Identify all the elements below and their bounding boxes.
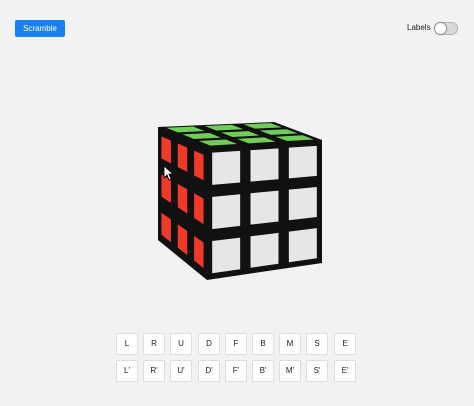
move-button-l-prime[interactable]: L' — [116, 360, 138, 382]
move-button-d[interactable]: D — [198, 333, 220, 355]
move-button-l[interactable]: L — [116, 333, 138, 355]
move-button-e[interactable]: E — [334, 333, 356, 355]
front-sticker — [212, 150, 241, 185]
move-button-b[interactable]: B — [252, 333, 274, 355]
move-button-u-prime[interactable]: U' — [170, 360, 192, 382]
move-button-u[interactable]: U — [170, 333, 192, 355]
move-button-d-prime[interactable]: D' — [198, 360, 220, 382]
move-button-m[interactable]: M — [279, 333, 301, 355]
front-sticker — [288, 228, 317, 263]
move-button-f[interactable]: F — [225, 333, 247, 355]
left-sticker — [194, 150, 204, 181]
move-button-m-prime[interactable]: M' — [279, 360, 301, 382]
move-button-r-prime[interactable]: R' — [143, 360, 165, 382]
front-sticker — [250, 148, 279, 182]
move-button-f-prime[interactable]: F' — [225, 360, 247, 382]
move-button-r[interactable]: R — [143, 333, 165, 355]
move-button-e-prime[interactable]: E' — [334, 360, 356, 382]
left-sticker — [177, 143, 188, 172]
front-sticker — [288, 145, 317, 179]
cube-front-face — [212, 145, 317, 274]
move-button-s-prime[interactable]: S' — [306, 360, 328, 382]
front-sticker — [212, 194, 241, 230]
front-sticker — [288, 187, 317, 221]
front-sticker — [250, 232, 279, 268]
front-sticker — [212, 237, 241, 274]
front-sticker — [250, 190, 279, 225]
move-button-b-prime[interactable]: B' — [252, 360, 274, 382]
move-button-s[interactable]: S — [306, 333, 328, 355]
